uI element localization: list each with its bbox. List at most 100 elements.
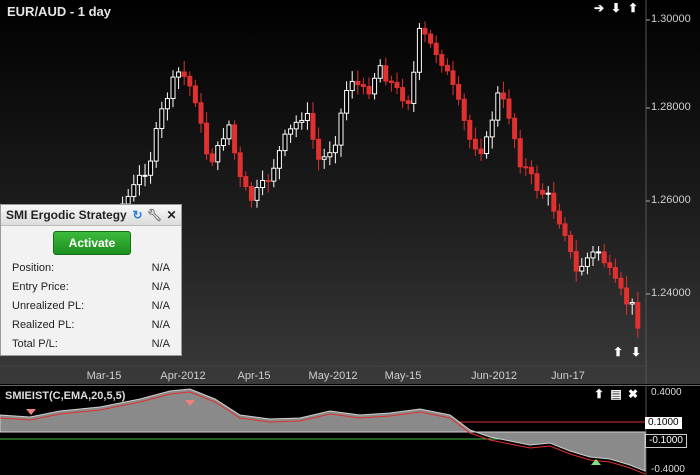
date-label: Apr-15 bbox=[237, 370, 271, 382]
candle-body bbox=[232, 124, 238, 154]
arrow-up-icon[interactable]: ⬆ bbox=[592, 387, 606, 401]
price-label: 1.24000 bbox=[651, 287, 691, 299]
candle-body bbox=[500, 92, 506, 100]
wrench-icon[interactable]: 🔧︎ bbox=[147, 208, 162, 223]
candle-body bbox=[248, 186, 254, 201]
date-label: Apr-2012 bbox=[160, 370, 206, 382]
date-label: May-15 bbox=[384, 370, 422, 382]
candle-body bbox=[260, 180, 266, 189]
candle-body bbox=[355, 80, 361, 86]
candle-body bbox=[400, 87, 406, 102]
candle-body bbox=[125, 196, 131, 205]
candle-body bbox=[310, 112, 316, 140]
candle-body bbox=[579, 265, 585, 272]
stat-value: N/A bbox=[151, 262, 170, 274]
date-label: Jun-2012 bbox=[471, 370, 517, 382]
window-icon[interactable]: ▤ bbox=[609, 387, 623, 401]
candle-body bbox=[612, 267, 618, 279]
candle-body bbox=[618, 277, 624, 289]
candle-body bbox=[472, 138, 478, 150]
activate-button[interactable]: Activate bbox=[53, 231, 131, 255]
candle-body bbox=[164, 98, 170, 110]
arrow-down-icon[interactable]: ⬇ bbox=[609, 1, 623, 15]
candle-body bbox=[512, 117, 518, 140]
candle-body bbox=[282, 133, 288, 152]
stat-value: N/A bbox=[151, 319, 170, 331]
candle-body bbox=[540, 189, 546, 195]
chart-title: EUR/AUD - 1 day bbox=[7, 4, 112, 19]
arrow-down-icon[interactable]: ⬇ bbox=[629, 345, 643, 359]
candle-body bbox=[332, 144, 338, 154]
candle-body bbox=[573, 251, 579, 272]
candle-body bbox=[439, 54, 445, 66]
candle-body bbox=[601, 251, 607, 264]
candle-body bbox=[243, 176, 249, 188]
candle-body bbox=[159, 108, 165, 130]
close-icon[interactable]: ✕ bbox=[164, 208, 179, 223]
indicator-level-label: -0.4000 bbox=[651, 464, 685, 475]
candle-body bbox=[372, 77, 378, 95]
candle-body bbox=[562, 223, 568, 236]
date-label: May-2012 bbox=[308, 370, 358, 382]
candle-body bbox=[170, 76, 176, 100]
candle-body bbox=[344, 90, 350, 114]
stat-label: Total P/L: bbox=[12, 338, 58, 350]
candle-body bbox=[349, 80, 355, 92]
candle-body bbox=[629, 302, 635, 305]
candle-body bbox=[388, 80, 394, 83]
candle-body bbox=[405, 100, 411, 104]
candle-body bbox=[204, 122, 210, 155]
strategy-panel: SMI Ergodic Strategy ↻ 🔧︎ ✕ Activate Pos… bbox=[0, 204, 182, 356]
indicator-title: SMIEIST(C,EMA,20,5,5) bbox=[5, 390, 126, 402]
stat-row: Position: N/A bbox=[12, 259, 170, 278]
stat-value: N/A bbox=[151, 300, 170, 312]
lower-level-tag: -0.1000 bbox=[645, 434, 687, 448]
candle-body bbox=[534, 173, 540, 191]
candle-body bbox=[360, 84, 366, 88]
chart-scroll-icons: ⬆ ⬇ bbox=[611, 345, 643, 359]
candle-body bbox=[142, 174, 148, 177]
candle-body bbox=[254, 187, 260, 201]
date-label: Mar-15 bbox=[86, 370, 122, 382]
stat-value: N/A bbox=[151, 281, 170, 293]
candle-body bbox=[316, 138, 322, 160]
candle-body bbox=[327, 152, 333, 158]
candle-body bbox=[304, 112, 310, 121]
arrow-right-icon[interactable]: ➔ bbox=[592, 1, 606, 15]
candle-body bbox=[209, 153, 215, 163]
panel-header: SMI Ergodic Strategy ↻ 🔧︎ ✕ bbox=[1, 205, 181, 226]
candle-body bbox=[461, 98, 467, 121]
upper-level-tag: 0.1000 bbox=[645, 417, 682, 429]
stat-label: Entry Price: bbox=[12, 281, 69, 293]
stat-row: Entry Price: N/A bbox=[12, 278, 170, 297]
chart-toolbar: ➔ ⬇ ⬆ bbox=[592, 1, 640, 15]
candle-body bbox=[394, 81, 400, 89]
candle-body bbox=[517, 138, 523, 168]
candle-body bbox=[551, 192, 557, 212]
price-label: 1.28000 bbox=[651, 101, 691, 113]
stat-label: Unrealized PL: bbox=[12, 300, 85, 312]
refresh-icon[interactable]: ↻ bbox=[130, 208, 145, 223]
candle-body bbox=[556, 210, 562, 225]
candle-body bbox=[416, 27, 422, 73]
date-label: Jun-17 bbox=[551, 370, 585, 382]
candle-body bbox=[478, 148, 484, 155]
candle-body bbox=[545, 192, 551, 195]
arrow-up-icon[interactable]: ⬆ bbox=[611, 345, 625, 359]
candle-body bbox=[153, 128, 159, 162]
stat-row: Realized PL: N/A bbox=[12, 316, 170, 335]
indicator-chart[interactable]: SMIEIST(C,EMA,20,5,5) ⬆ ▤ ✖ 0.4000 0.100… bbox=[0, 385, 700, 475]
stat-row: Unrealized PL: N/A bbox=[12, 297, 170, 316]
candle-body bbox=[523, 166, 529, 169]
candle-body bbox=[299, 119, 305, 123]
stat-value: N/A bbox=[151, 338, 170, 350]
candle-body bbox=[377, 65, 383, 79]
arrow-up-icon[interactable]: ⬆ bbox=[626, 1, 640, 15]
price-label: 1.26000 bbox=[651, 194, 691, 206]
close-icon[interactable]: ✖ bbox=[626, 387, 640, 401]
indicator-toolbar: ⬆ ▤ ✖ bbox=[592, 387, 640, 401]
candle-body bbox=[584, 257, 590, 267]
panel-title: SMI Ergodic Strategy bbox=[6, 208, 127, 222]
candle-body bbox=[411, 71, 417, 104]
candle-body bbox=[495, 92, 501, 121]
